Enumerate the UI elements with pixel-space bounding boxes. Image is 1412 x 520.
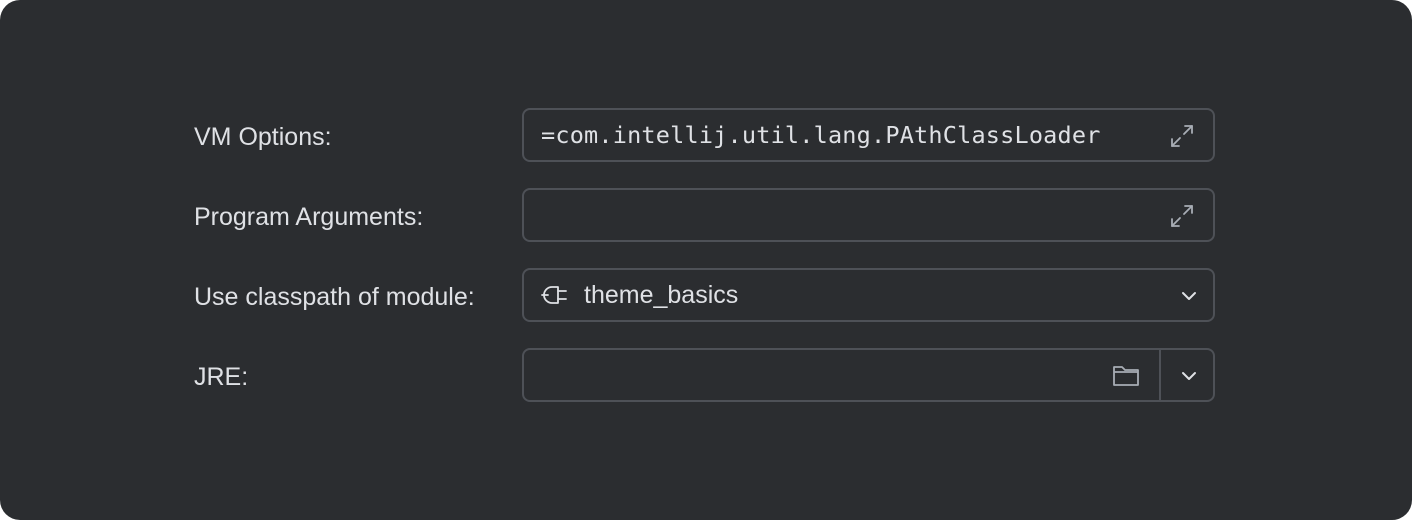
chevron-down-icon[interactable]	[1179, 366, 1199, 386]
jre-label: JRE:	[194, 363, 249, 391]
module-plug-icon	[541, 286, 567, 304]
program-arguments-label: Program Arguments:	[194, 203, 424, 231]
vm-options-field[interactable]: =com.intellij.util.lang.PAthClassLoader	[522, 108, 1215, 162]
jre-field[interactable]	[522, 348, 1215, 402]
vm-options-label: VM Options:	[194, 123, 332, 151]
folder-icon[interactable]	[1111, 362, 1141, 388]
run-configuration-panel: VM Options: =com.intellij.util.lang.PAth…	[0, 0, 1412, 520]
expand-icon[interactable]	[1167, 121, 1197, 151]
classpath-module-select[interactable]: theme_basics	[522, 268, 1215, 322]
program-arguments-field[interactable]	[522, 188, 1215, 242]
classpath-module-label: Use classpath of module:	[194, 283, 475, 311]
jre-dropdown-divider	[1159, 350, 1161, 400]
classpath-module-value: theme_basics	[584, 281, 739, 309]
expand-icon[interactable]	[1167, 201, 1197, 231]
chevron-down-icon[interactable]	[1179, 286, 1199, 306]
vm-options-value[interactable]: =com.intellij.util.lang.PAthClassLoader	[541, 121, 1101, 149]
